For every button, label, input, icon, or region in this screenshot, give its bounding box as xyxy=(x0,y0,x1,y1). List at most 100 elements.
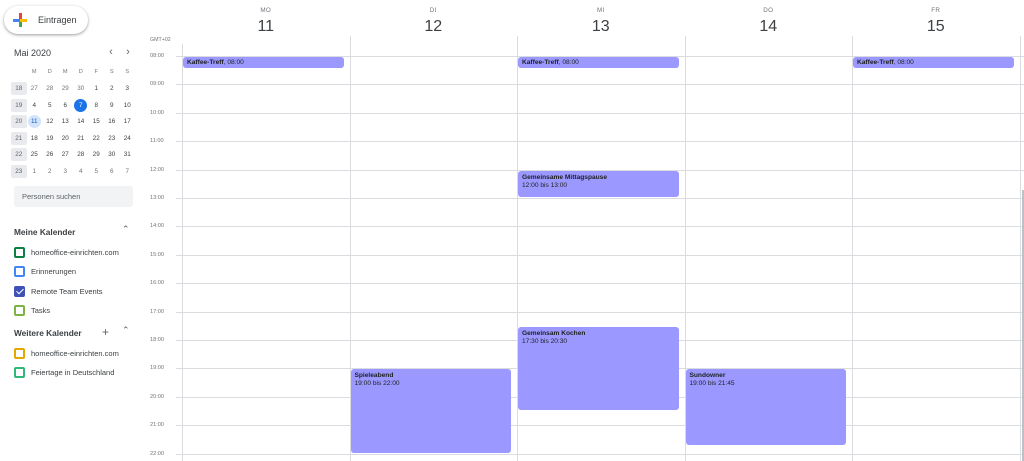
mini-calendar-day[interactable]: 21 xyxy=(73,135,89,142)
mini-calendar-day[interactable]: 27 xyxy=(27,85,43,92)
calendar-event[interactable]: Sundowner 19:00 bis 21:45 xyxy=(685,369,846,446)
day-header[interactable]: DO 14 xyxy=(685,0,853,44)
calendar-item[interactable]: Feiertage in Deutschland xyxy=(14,366,114,378)
mini-calendar-day[interactable]: 8 xyxy=(89,102,105,109)
other-calendars-title: Weitere Kalender xyxy=(14,328,82,338)
calendar-event[interactable]: Kaffee-Treff, 08:00 xyxy=(518,57,679,68)
calendar-checkbox[interactable] xyxy=(14,305,25,316)
calendar-checkbox[interactable] xyxy=(14,366,25,378)
mini-calendar-day[interactable]: 5 xyxy=(42,102,58,109)
week-number[interactable]: 21 xyxy=(11,131,27,145)
my-calendars-title: Meine Kalender xyxy=(14,227,76,237)
mini-calendar-day[interactable]: 28 xyxy=(42,85,58,92)
hour-gridline xyxy=(176,453,1024,455)
calendar-item[interactable]: Remote Team Events xyxy=(14,285,103,297)
week-number[interactable]: 22 xyxy=(11,148,27,162)
calendar-event[interactable]: Spieleabend 19:00 bis 22:00 xyxy=(350,369,511,453)
chevron-right-icon[interactable]: › xyxy=(122,46,134,58)
calendar-item[interactable]: homeoffice-einrichten.com xyxy=(14,347,119,359)
week-number[interactable]: 18 xyxy=(11,82,27,96)
mini-calendar-day[interactable]: 17 xyxy=(120,118,136,125)
mini-calendar-day[interactable]: 9 xyxy=(104,102,120,109)
mini-calendar-day[interactable]: 1 xyxy=(27,168,43,175)
hour-label: 21:00 xyxy=(150,422,164,429)
mini-calendar-day[interactable]: 1 xyxy=(89,85,105,92)
mini-calendar-day[interactable]: 13 xyxy=(58,118,74,125)
mini-calendar-day[interactable]: 4 xyxy=(73,168,89,175)
mini-calendar-day[interactable]: 11 xyxy=(27,115,43,129)
calendar-checkbox[interactable] xyxy=(14,347,25,359)
mini-calendar-day[interactable]: 30 xyxy=(104,151,120,158)
calendar-event[interactable]: Kaffee-Treff, 08:00 xyxy=(853,57,1014,68)
mini-calendar-day[interactable]: 6 xyxy=(104,168,120,175)
hour-label: 16:00 xyxy=(150,280,164,287)
mini-calendar-day[interactable]: 7 xyxy=(120,168,136,175)
calendar-checkbox[interactable] xyxy=(14,266,25,277)
day-number[interactable]: 14 xyxy=(685,18,853,36)
mini-calendar-day[interactable]: 26 xyxy=(42,151,58,158)
event-time: 08:00 xyxy=(897,59,914,66)
calendar-checkbox[interactable] xyxy=(14,285,25,297)
search-people-input[interactable]: Personen suchen xyxy=(14,186,133,207)
mini-calendar-day[interactable]: 18 xyxy=(27,135,43,142)
mini-calendar-day[interactable]: 28 xyxy=(73,151,89,158)
event-title: Kaffee-Treff xyxy=(187,59,224,66)
mini-calendar-day[interactable]: 5 xyxy=(89,168,105,175)
mini-calendar-day[interactable]: 3 xyxy=(120,85,136,92)
day-number[interactable]: 13 xyxy=(517,18,685,36)
mini-calendar-day[interactable]: 15 xyxy=(89,118,105,125)
create-event-button[interactable]: Eintragen xyxy=(4,6,88,34)
chevron-left-icon[interactable]: ‹ xyxy=(105,46,117,58)
mini-calendar-day[interactable]: 2 xyxy=(104,85,120,92)
hour-label: 18:00 xyxy=(150,337,164,343)
mini-calendar-day[interactable]: 20 xyxy=(58,135,74,142)
day-number[interactable]: 15 xyxy=(852,18,1020,36)
weekday-header: S xyxy=(125,69,130,76)
event-time: 08:00 xyxy=(562,59,579,66)
mini-calendar-day[interactable]: 30 xyxy=(73,85,89,92)
day-number[interactable]: 11 xyxy=(182,18,350,36)
mini-calendar-day[interactable]: 2 xyxy=(42,168,58,175)
day-header[interactable]: MI 13 xyxy=(517,0,685,44)
mini-calendar-day[interactable]: 31 xyxy=(120,151,136,158)
calendar-checkbox[interactable] xyxy=(14,246,25,258)
day-header[interactable]: MO 11 xyxy=(182,0,350,44)
calendar-item[interactable]: homeoffice-einrichten.com xyxy=(14,246,119,258)
mini-calendar-day[interactable]: 29 xyxy=(89,151,105,158)
mini-calendar-day[interactable]: 7 xyxy=(73,98,89,112)
mini-calendar-day[interactable]: 14 xyxy=(73,118,89,125)
mini-calendar-day[interactable]: 3 xyxy=(58,168,74,175)
mini-calendar-day[interactable]: 23 xyxy=(104,135,120,142)
mini-calendar-day[interactable]: 25 xyxy=(27,151,43,158)
day-divider xyxy=(182,44,183,461)
chevron-up-icon[interactable]: ⌃ xyxy=(122,325,130,336)
event-title: Sundowner xyxy=(689,372,726,380)
mini-calendar-day[interactable]: 19 xyxy=(42,135,58,142)
sidebar: Eintragen Mai 2020 ‹ › M D M D F S S 18 27 28 29 30… xyxy=(0,0,144,461)
day-divider xyxy=(1019,36,1021,461)
day-header[interactable]: DI 12 xyxy=(350,0,518,44)
calendar-item[interactable]: Tasks xyxy=(14,305,50,317)
calendar-label: homeoffice-einrichten.com xyxy=(31,247,119,257)
mini-calendar-day[interactable]: 10 xyxy=(120,102,136,109)
mini-calendar-day[interactable]: 27 xyxy=(58,151,74,158)
mini-calendar-day[interactable]: 12 xyxy=(42,118,58,125)
mini-calendar-day[interactable]: 29 xyxy=(58,85,74,92)
day-number[interactable]: 12 xyxy=(350,18,518,36)
mini-calendar-day[interactable]: 16 xyxy=(104,118,120,125)
add-calendar-icon[interactable]: + xyxy=(102,326,109,338)
calendar-event[interactable]: Gemeinsam Kochen 17:30 bis 20:30 xyxy=(518,326,679,410)
week-number[interactable]: 23 xyxy=(11,164,27,178)
week-number[interactable]: 20 xyxy=(11,115,27,129)
week-number[interactable]: 19 xyxy=(11,98,27,112)
calendar-event[interactable]: Kaffee-Treff, 08:00 xyxy=(183,57,344,68)
event-time: 12:00 bis 13:00 xyxy=(522,181,568,189)
mini-calendar-day[interactable]: 22 xyxy=(89,135,105,142)
mini-calendar-day[interactable]: 4 xyxy=(27,102,43,109)
mini-calendar-day[interactable]: 24 xyxy=(120,135,136,142)
chevron-up-icon[interactable]: ⌃ xyxy=(122,224,130,235)
mini-calendar-day[interactable]: 6 xyxy=(58,102,74,109)
calendar-item[interactable]: Erinnerungen xyxy=(14,266,76,278)
day-header[interactable]: FR 15 xyxy=(852,0,1020,44)
calendar-event[interactable]: Gemeinsame Mittagspause 12:00 bis 13:00 xyxy=(518,170,679,197)
